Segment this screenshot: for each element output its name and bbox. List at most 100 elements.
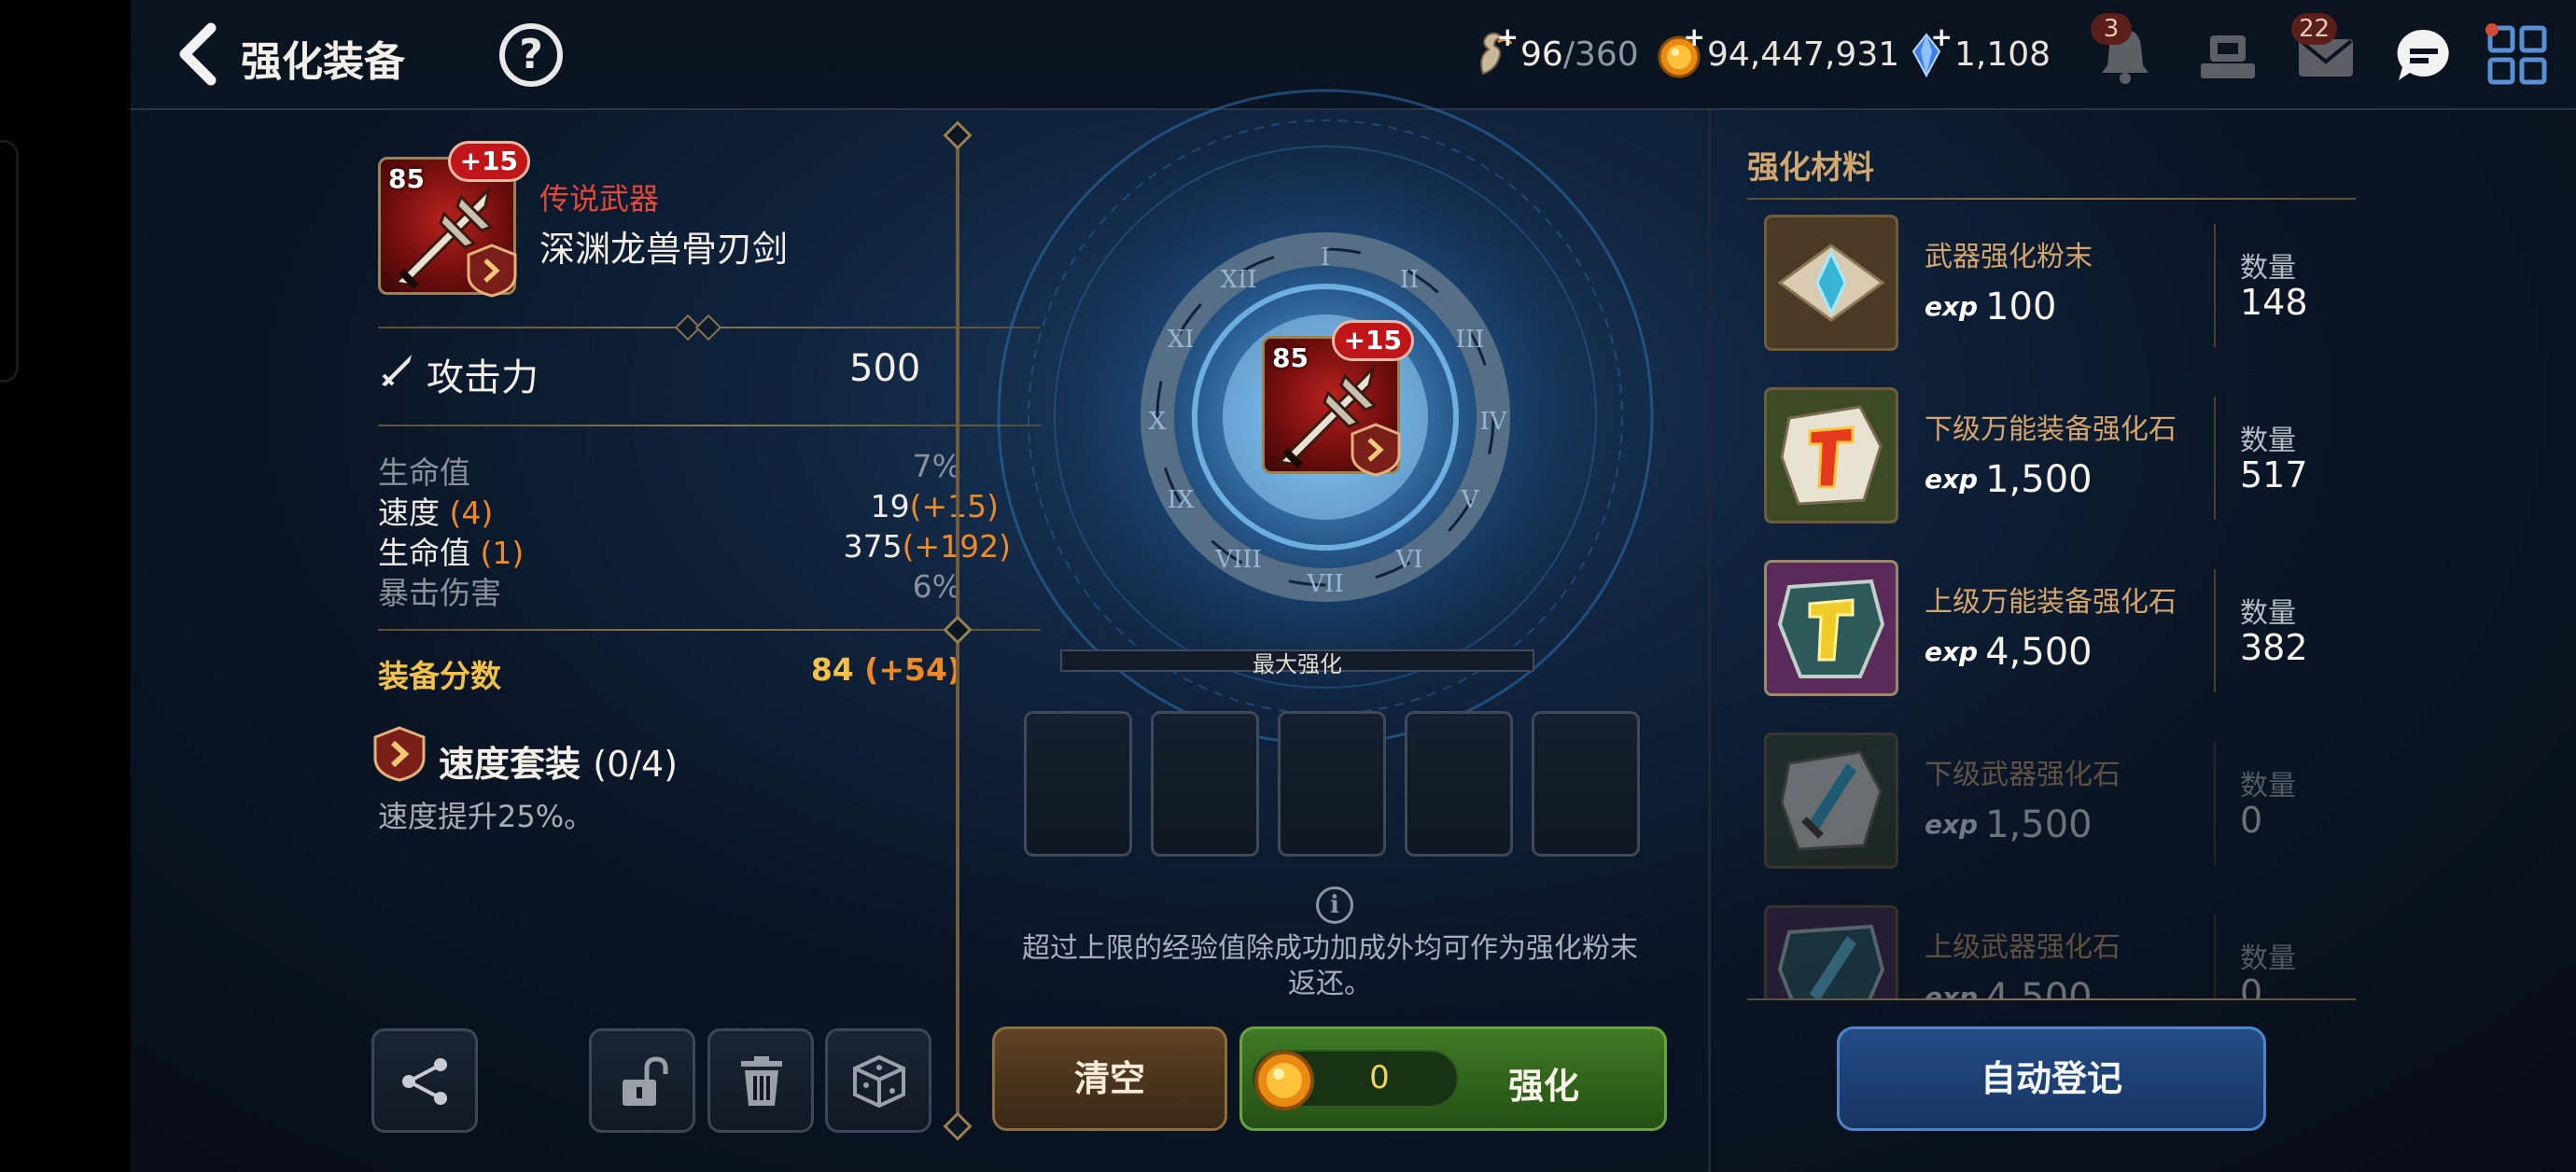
svg-text:VI: VI <box>1394 546 1422 574</box>
help-button[interactable]: ? <box>499 23 563 87</box>
quantity-label: 数量 <box>2240 942 2296 975</box>
svg-text:II: II <box>1400 266 1420 294</box>
material-exp: exp 100 <box>1925 284 2056 330</box>
greater-weapon-stone-icon <box>1764 905 1898 1000</box>
enhance-cost-value: 0 <box>1369 1059 1390 1096</box>
svg-text:VII: VII <box>1306 570 1343 598</box>
material-exp: exp 4,500 <box>1925 974 2093 1000</box>
sub-stat-label: 速度 (4) <box>378 495 494 531</box>
chat-icon <box>2397 29 2449 80</box>
powder-icon <box>1764 215 1898 351</box>
quantity-label: 数量 <box>2240 597 2296 630</box>
sub-stat-label: 生命值 (1) <box>378 535 525 571</box>
svg-text:X: X <box>1149 408 1167 436</box>
gem-amount: 1,108 <box>1954 35 2051 74</box>
svg-text:I: I <box>1321 244 1330 272</box>
back-button[interactable] <box>168 21 233 88</box>
material-quantity: 382 <box>2240 627 2308 668</box>
speed-set-icon <box>1351 423 1401 477</box>
sub-stat-value: 7% <box>912 448 961 484</box>
sub-stat-label: 生命值 <box>378 454 470 491</box>
stamina-plus-icon[interactable]: + <box>1497 21 1519 52</box>
gem-counter[interactable]: + 1,108 <box>1904 21 2051 82</box>
notification-button[interactable]: 3 <box>2091 13 2160 90</box>
material-exp-value: 4,500 <box>1985 976 2093 1000</box>
equipment-name: 深渊龙兽骨刃剑 <box>539 229 789 270</box>
materials-divider <box>1747 198 2356 200</box>
equipment-level: 85 <box>1272 342 1309 373</box>
row-separator <box>2214 569 2216 692</box>
materials-list[interactable]: 武器强化粉末 exp 100 数量 148 下级万能装备强化石 exp 1,50… <box>1747 207 2354 1000</box>
mail-button[interactable]: 22 <box>2291 13 2360 90</box>
material-row[interactable]: 武器强化粉末 exp 100 数量 148 <box>1757 207 2354 366</box>
gold-icon <box>1254 1051 1314 1110</box>
materials-title: 强化材料 <box>1747 149 1874 187</box>
row-separator <box>2214 397 2216 520</box>
page-title: 强化装备 <box>241 38 405 86</box>
materials-divider <box>1747 998 2356 1000</box>
gem-icon: + <box>1904 21 1953 79</box>
material-exp: exp 1,500 <box>1925 456 2093 503</box>
equipment-icon[interactable]: 85 +15 <box>378 141 530 298</box>
svg-text:IX: IX <box>1168 486 1195 514</box>
gold-plus-icon[interactable]: + <box>1684 21 1705 52</box>
row-separator <box>2214 742 2216 865</box>
material-row[interactable]: 下级万能装备强化石 exp 1,500 数量 517 <box>1757 380 2354 538</box>
enhance-button-label: 强化 <box>1508 1066 1580 1107</box>
material-slot[interactable] <box>1532 711 1640 857</box>
enhance-progress-bar: 最大强化 <box>1060 649 1534 677</box>
auto-register-button[interactable]: 自动登记 <box>1837 1026 2266 1131</box>
material-row: 下级武器强化石 exp 1,500 数量 0 <box>1757 725 2354 884</box>
material-quantity: 0 <box>2240 800 2263 841</box>
material-exp-value: 100 <box>1985 286 2057 328</box>
equipment-level: 85 <box>388 163 425 194</box>
gold-icon: + <box>1657 21 1705 79</box>
main-stat-label: 攻击力 <box>427 356 539 399</box>
set-name: 速度套装 (0/4) <box>439 744 679 785</box>
sub-stat-rolls: (4) <box>449 495 494 531</box>
material-slot[interactable] <box>1278 711 1386 857</box>
share-button[interactable] <box>371 1028 478 1133</box>
svg-text:III: III <box>1456 326 1485 354</box>
max-enhance-label: 最大强化 <box>1253 651 1342 677</box>
dice-icon <box>853 1054 905 1109</box>
material-row[interactable]: 上级万能装备强化石 exp 4,500 数量 382 <box>1757 552 2354 711</box>
material-name: 下级万能装备强化石 <box>1925 413 2177 446</box>
speed-set-icon <box>373 726 426 782</box>
gear-score-value: 84 (+54) <box>810 651 961 688</box>
panel-separator <box>1708 110 1711 1172</box>
quantity-label: 数量 <box>2240 252 2296 285</box>
material-name: 上级万能装备强化石 <box>1925 586 2177 619</box>
screen-bezel <box>0 0 131 1172</box>
enhance-level-badge: +15 <box>447 141 530 182</box>
back-arrow-icon <box>179 22 217 86</box>
guild-icon <box>2201 35 2255 78</box>
reforge-button[interactable] <box>825 1028 931 1133</box>
lock-button[interactable] <box>589 1028 695 1133</box>
stat-divider <box>378 629 1041 631</box>
material-slot[interactable] <box>1405 711 1513 857</box>
stamina-counter[interactable]: + 96 /360 <box>1470 21 1639 82</box>
greater-stone-icon <box>1764 560 1898 696</box>
material-slot[interactable] <box>1024 711 1132 857</box>
gem-plus-icon[interactable]: + <box>1931 21 1953 52</box>
enhance-level-badge: +15 <box>1331 320 1414 361</box>
set-count: (0/4) <box>593 744 679 785</box>
svg-text:XI: XI <box>1168 326 1195 354</box>
gold-counter[interactable]: + 94,447,931 <box>1657 21 1899 82</box>
delete-button[interactable] <box>707 1028 814 1133</box>
equipment-details-panel: 85 +15 传说武器 深渊龙兽骨刃剑 攻击力 500 生命值 7% 速度 (4… <box>131 110 1041 1172</box>
main-menu-button[interactable] <box>2483 21 2552 90</box>
material-slot[interactable] <box>1151 711 1259 857</box>
sub-stat-rolls: (1) <box>480 535 525 571</box>
sub-stat-value: 19(+15) <box>870 488 999 524</box>
grid-menu-icon <box>2485 23 2547 85</box>
guild-button[interactable] <box>2193 21 2262 90</box>
rarity-label: 传说武器 <box>539 181 660 216</box>
chat-button[interactable] <box>2389 21 2458 90</box>
notification-count-badge: 3 <box>2091 13 2132 45</box>
enhance-button[interactable]: 0 强化 <box>1239 1026 1667 1131</box>
clear-button[interactable]: 清空 <box>992 1026 1227 1131</box>
exp-tag: exp <box>1925 809 1979 840</box>
svg-text:VIII: VIII <box>1214 546 1262 574</box>
